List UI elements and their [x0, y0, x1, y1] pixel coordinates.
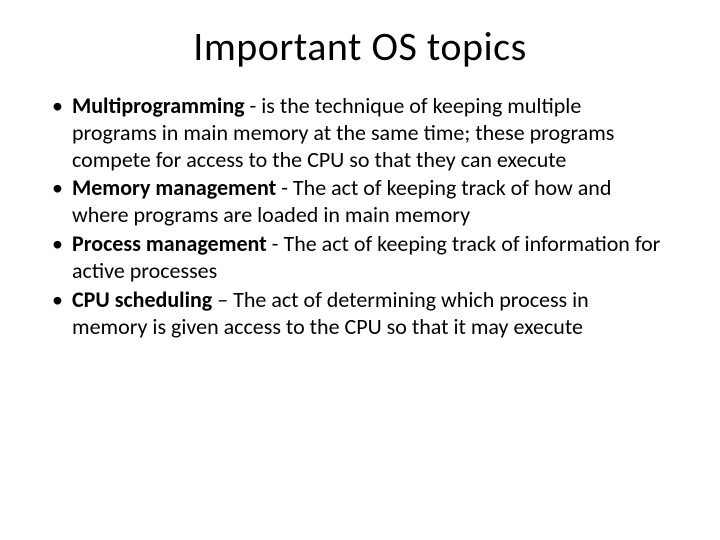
bullet-sep: – — [212, 286, 233, 313]
bullet-list: Multiprogramming - is the technique of k… — [42, 93, 678, 340]
bullet-sep: - — [276, 174, 293, 201]
list-item: Memory management - The act of keeping t… — [48, 175, 668, 229]
list-item: Multiprogramming - is the technique of k… — [48, 93, 668, 173]
bullet-term: CPU scheduling — [72, 286, 212, 313]
bullet-term: Memory management — [72, 174, 276, 201]
bullet-sep: - — [267, 230, 284, 257]
bullet-sep: - — [245, 92, 262, 119]
list-item: CPU scheduling – The act of determining … — [48, 287, 668, 341]
slide: Important OS topics Multiprogramming - i… — [0, 0, 720, 540]
bullet-term: Process management — [72, 230, 267, 257]
bullet-term: Multiprogramming — [72, 92, 245, 119]
list-item: Process management - The act of keeping … — [48, 231, 668, 285]
slide-title: Important OS topics — [42, 22, 678, 71]
